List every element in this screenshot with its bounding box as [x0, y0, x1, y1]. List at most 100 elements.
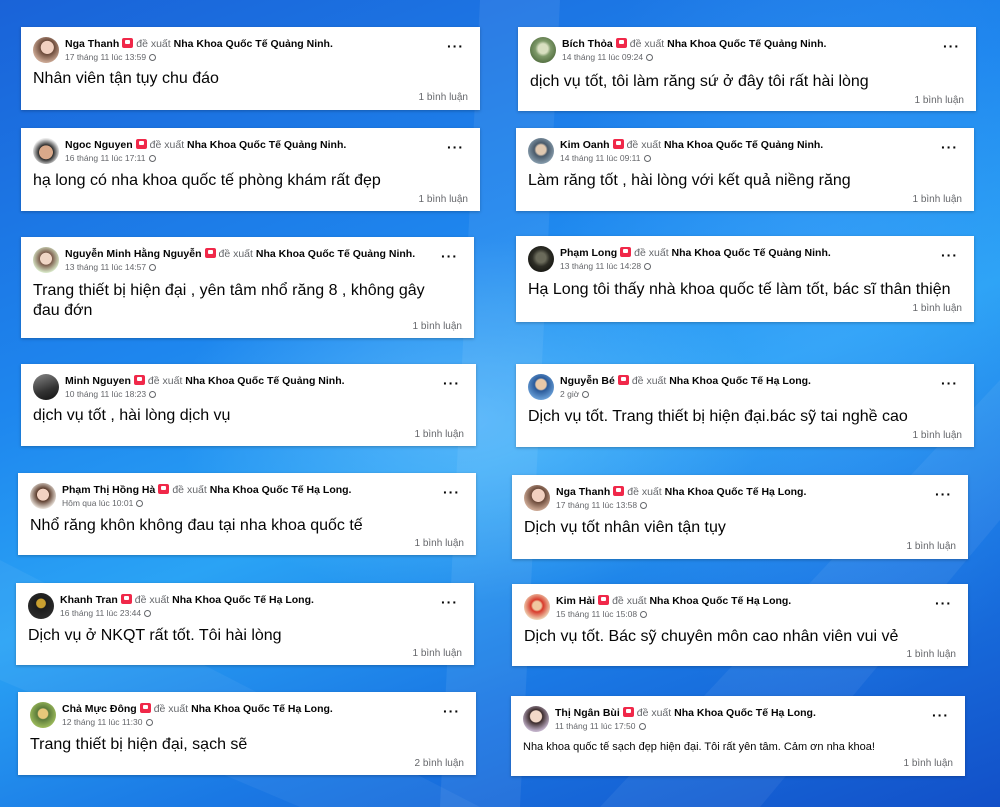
more-options-icon[interactable]: ···: [447, 39, 464, 53]
comment-count[interactable]: 1 bình luận: [907, 541, 957, 552]
more-options-icon[interactable]: ···: [441, 595, 458, 609]
comment-count[interactable]: 1 bình luận: [415, 429, 465, 440]
avatar[interactable]: [523, 706, 549, 732]
review-card: Khanh Tran đề xuất Nha Khoa Quốc Tế Hạ Lo…: [16, 583, 474, 665]
author-name[interactable]: Phạm Long: [560, 247, 617, 259]
page-link[interactable]: Nha Khoa Quốc Tế Quảng Ninh.: [174, 38, 333, 50]
post-text: Dịch vụ tốt. Trang thiết bị hiện đại.bác…: [528, 408, 908, 425]
avatar[interactable]: [28, 593, 54, 619]
comment-count[interactable]: 2 bình luận: [415, 758, 465, 769]
page-link[interactable]: Nha Khoa Quốc Tế Quảng Ninh.: [672, 247, 831, 259]
page-link[interactable]: Nha Khoa Quốc Tế Hạ Long.: [669, 375, 811, 387]
page-link[interactable]: Nha Khoa Quốc Tế Quảng Ninh.: [664, 139, 823, 151]
recommend-icon: [135, 139, 147, 149]
more-options-icon[interactable]: ···: [443, 376, 460, 390]
page-link[interactable]: Nha Khoa Quốc Tế Hạ Long.: [674, 707, 816, 719]
page-link[interactable]: Nha Khoa Quốc Tế Hạ Long.: [172, 594, 314, 606]
avatar[interactable]: [33, 37, 59, 63]
author-name[interactable]: Nguyễn Bé: [560, 375, 615, 387]
recommend-icon: [620, 247, 632, 257]
post-timestamp[interactable]: 13 tháng 11 lúc 14:57: [65, 262, 146, 272]
more-options-icon[interactable]: ···: [443, 704, 460, 718]
more-options-icon[interactable]: ···: [441, 249, 458, 263]
post-header: Ngoc Nguyen đề xuất Nha Khoa Quốc Tế Quản…: [33, 136, 468, 166]
post-timestamp[interactable]: 15 tháng 11 lúc 15:08: [556, 609, 637, 619]
post-timestamp[interactable]: 11 tháng 11 lúc 17:50: [555, 721, 636, 731]
page-link[interactable]: Nha Khoa Quốc Tế Quảng Ninh.: [187, 139, 346, 151]
page-link[interactable]: Nha Khoa Quốc Tế Quảng Ninh.: [667, 38, 826, 50]
more-options-icon[interactable]: ···: [935, 487, 952, 501]
author-name[interactable]: Ngoc Nguyen: [65, 139, 133, 151]
comment-count[interactable]: 1 bình luận: [419, 92, 469, 103]
author-name[interactable]: Nga Thanh: [556, 486, 610, 498]
author-name[interactable]: Phạm Thị Hồng Hà: [62, 484, 155, 496]
avatar[interactable]: [524, 485, 550, 511]
post-timestamp[interactable]: Hôm qua lúc 10:01: [62, 498, 133, 508]
author-name[interactable]: Thị Ngân Bùi: [555, 707, 620, 719]
comment-count[interactable]: 1 bình luận: [413, 321, 463, 332]
avatar[interactable]: [30, 702, 56, 728]
recommend-icon: [122, 38, 134, 48]
author-name[interactable]: Nguyễn Minh Hằng Nguyễn: [65, 248, 202, 260]
globe-icon: [136, 500, 144, 507]
comment-count[interactable]: 1 bình luận: [915, 95, 965, 106]
post-timestamp[interactable]: 10 tháng 11 lúc 18:23: [65, 389, 146, 399]
page-link[interactable]: Nha Khoa Quốc Tế Hạ Long.: [191, 703, 333, 715]
page-link[interactable]: Nha Khoa Quốc Tế Hạ Long.: [210, 484, 352, 496]
comment-count[interactable]: 1 bình luận: [913, 194, 963, 205]
post-timestamp[interactable]: 16 tháng 11 lúc 23:44: [60, 608, 141, 618]
review-card: Kim Oanh đề xuất Nha Khoa Quốc Tế Quảng N…: [516, 128, 974, 211]
avatar[interactable]: [524, 594, 550, 620]
avatar[interactable]: [528, 374, 554, 400]
recommend-icon: [133, 375, 145, 385]
avatar[interactable]: [30, 483, 56, 509]
page-link[interactable]: Nha Khoa Quốc Tế Quảng Ninh.: [185, 375, 344, 387]
comment-count[interactable]: 1 bình luận: [913, 303, 963, 314]
comment-count[interactable]: 1 bình luận: [913, 430, 963, 441]
post-timestamp[interactable]: 2 giờ: [560, 389, 579, 399]
comment-count[interactable]: 1 bình luận: [419, 194, 469, 205]
comment-count[interactable]: 1 bình luận: [415, 538, 465, 549]
author-name[interactable]: Khanh Tran: [60, 594, 118, 606]
author-name[interactable]: Kim Oanh: [560, 139, 610, 151]
comment-count[interactable]: 1 bình luận: [907, 649, 957, 660]
post-timestamp[interactable]: 13 tháng 11 lúc 14:28: [560, 261, 641, 271]
avatar[interactable]: [530, 37, 556, 63]
post-header: Kim Oanh đề xuất Nha Khoa Quốc Tế Quảng N…: [528, 136, 962, 166]
more-options-icon[interactable]: ···: [941, 376, 958, 390]
globe-icon: [638, 723, 646, 730]
post-timestamp[interactable]: 12 tháng 11 lúc 11:30: [62, 717, 143, 727]
post-timestamp[interactable]: 14 tháng 11 lúc 09:24: [562, 52, 643, 62]
comment-count[interactable]: 1 bình luận: [413, 648, 463, 659]
post-timestamp[interactable]: 17 tháng 11 lúc 13:59: [65, 52, 146, 62]
post-timestamp[interactable]: 16 tháng 11 lúc 17:11: [65, 153, 146, 163]
review-card: Phạm Long đề xuất Nha Khoa Quốc Tế Quảng …: [516, 236, 974, 322]
post-timestamp[interactable]: 14 tháng 11 lúc 09:11: [560, 153, 641, 163]
avatar[interactable]: [528, 138, 554, 164]
globe-icon: [149, 54, 157, 61]
avatar[interactable]: [528, 246, 554, 272]
post-text: Dịch vụ tốt. Bác sỹ chuyên môn cao nhân …: [524, 628, 899, 645]
review-card: Phạm Thị Hồng Hà đề xuất Nha Khoa Quốc Tế…: [18, 473, 476, 555]
author-name[interactable]: Chả Mực Đông: [62, 703, 137, 715]
more-options-icon[interactable]: ···: [443, 485, 460, 499]
author-name[interactable]: Minh Nguyen: [65, 375, 131, 387]
page-link[interactable]: Nha Khoa Quốc Tế Quảng Ninh.: [256, 248, 415, 260]
avatar[interactable]: [33, 247, 59, 273]
author-name[interactable]: Bích Thỏa: [562, 38, 613, 50]
more-options-icon[interactable]: ···: [447, 140, 464, 154]
page-link[interactable]: Nha Khoa Quốc Tế Hạ Long.: [665, 486, 807, 498]
avatar[interactable]: [33, 374, 59, 400]
more-options-icon[interactable]: ···: [941, 248, 958, 262]
comment-count[interactable]: 1 bình luận: [904, 758, 954, 769]
more-options-icon[interactable]: ···: [932, 708, 949, 722]
page-link[interactable]: Nha Khoa Quốc Tế Hạ Long.: [649, 595, 791, 607]
more-options-icon[interactable]: ···: [941, 140, 958, 154]
author-name[interactable]: Kim Hải: [556, 595, 595, 607]
avatar[interactable]: [33, 138, 59, 164]
globe-icon: [646, 54, 654, 61]
more-options-icon[interactable]: ···: [943, 39, 960, 53]
more-options-icon[interactable]: ···: [935, 596, 952, 610]
author-name[interactable]: Nga Thanh: [65, 38, 119, 50]
post-timestamp[interactable]: 17 tháng 11 lúc 13:58: [556, 500, 637, 510]
